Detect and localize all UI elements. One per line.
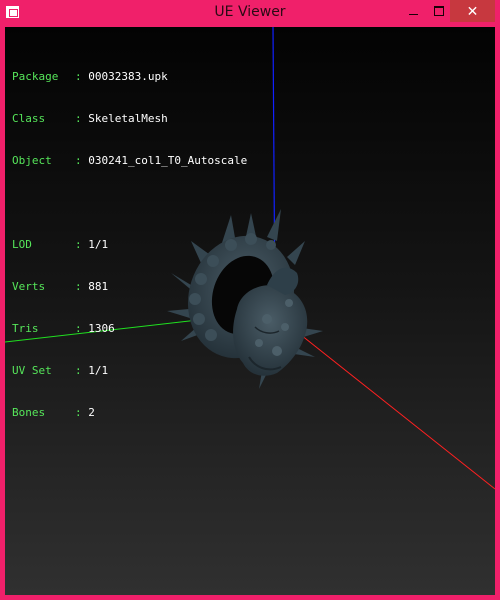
info-label: Bones: [12, 406, 59, 419]
info-label: Verts: [12, 280, 59, 293]
title-bar[interactable]: UE Viewer ✕: [0, 0, 500, 27]
3d-viewport[interactable]: Package: 00032383.upk Class : SkeletalMe…: [5, 27, 495, 595]
x-axis-line: [300, 334, 495, 490]
info-value: SkeletalMesh: [88, 112, 168, 125]
app-window: UE Viewer ✕ Package: 00032383.upk Class…: [0, 0, 500, 600]
info-row-uv-set: UV Set : 1/1: [12, 364, 109, 377]
info-label: UV Set: [12, 364, 59, 377]
info-row-verts: Verts : 881: [12, 280, 109, 293]
info-label: Tris: [12, 322, 59, 335]
info-value: 881: [88, 280, 109, 293]
info-value: 030241_col1_T0_Autoscale: [88, 154, 248, 167]
maximize-icon: [434, 6, 444, 16]
info-value: 1306: [88, 322, 115, 335]
info-label: LOD: [12, 238, 59, 251]
mesh-info-panel: Package: 00032383.upk Class : SkeletalMe…: [12, 42, 247, 448]
info-value: 00032383.upk: [88, 70, 168, 83]
info-value: 1/1: [88, 238, 109, 251]
close-button[interactable]: ✕: [450, 0, 495, 22]
info-row-lod: LOD : 1/1: [12, 238, 109, 251]
minimize-icon: [408, 13, 418, 15]
info-row-object: Object : 030241_col1_T0_Autoscale: [12, 154, 248, 167]
info-label: Class: [12, 112, 59, 125]
info-label: Object: [12, 154, 59, 167]
info-row-class: Class : SkeletalMesh: [12, 112, 168, 125]
close-icon: ✕: [466, 2, 479, 19]
info-row-package: Package: 00032383.upk: [12, 70, 168, 83]
info-value: 2: [88, 406, 95, 419]
info-label: Package: [12, 70, 59, 83]
info-row-bones: Bones : 2: [12, 406, 95, 419]
info-value: 1/1: [88, 364, 109, 377]
info-row-tris: Tris : 1306: [12, 322, 115, 335]
